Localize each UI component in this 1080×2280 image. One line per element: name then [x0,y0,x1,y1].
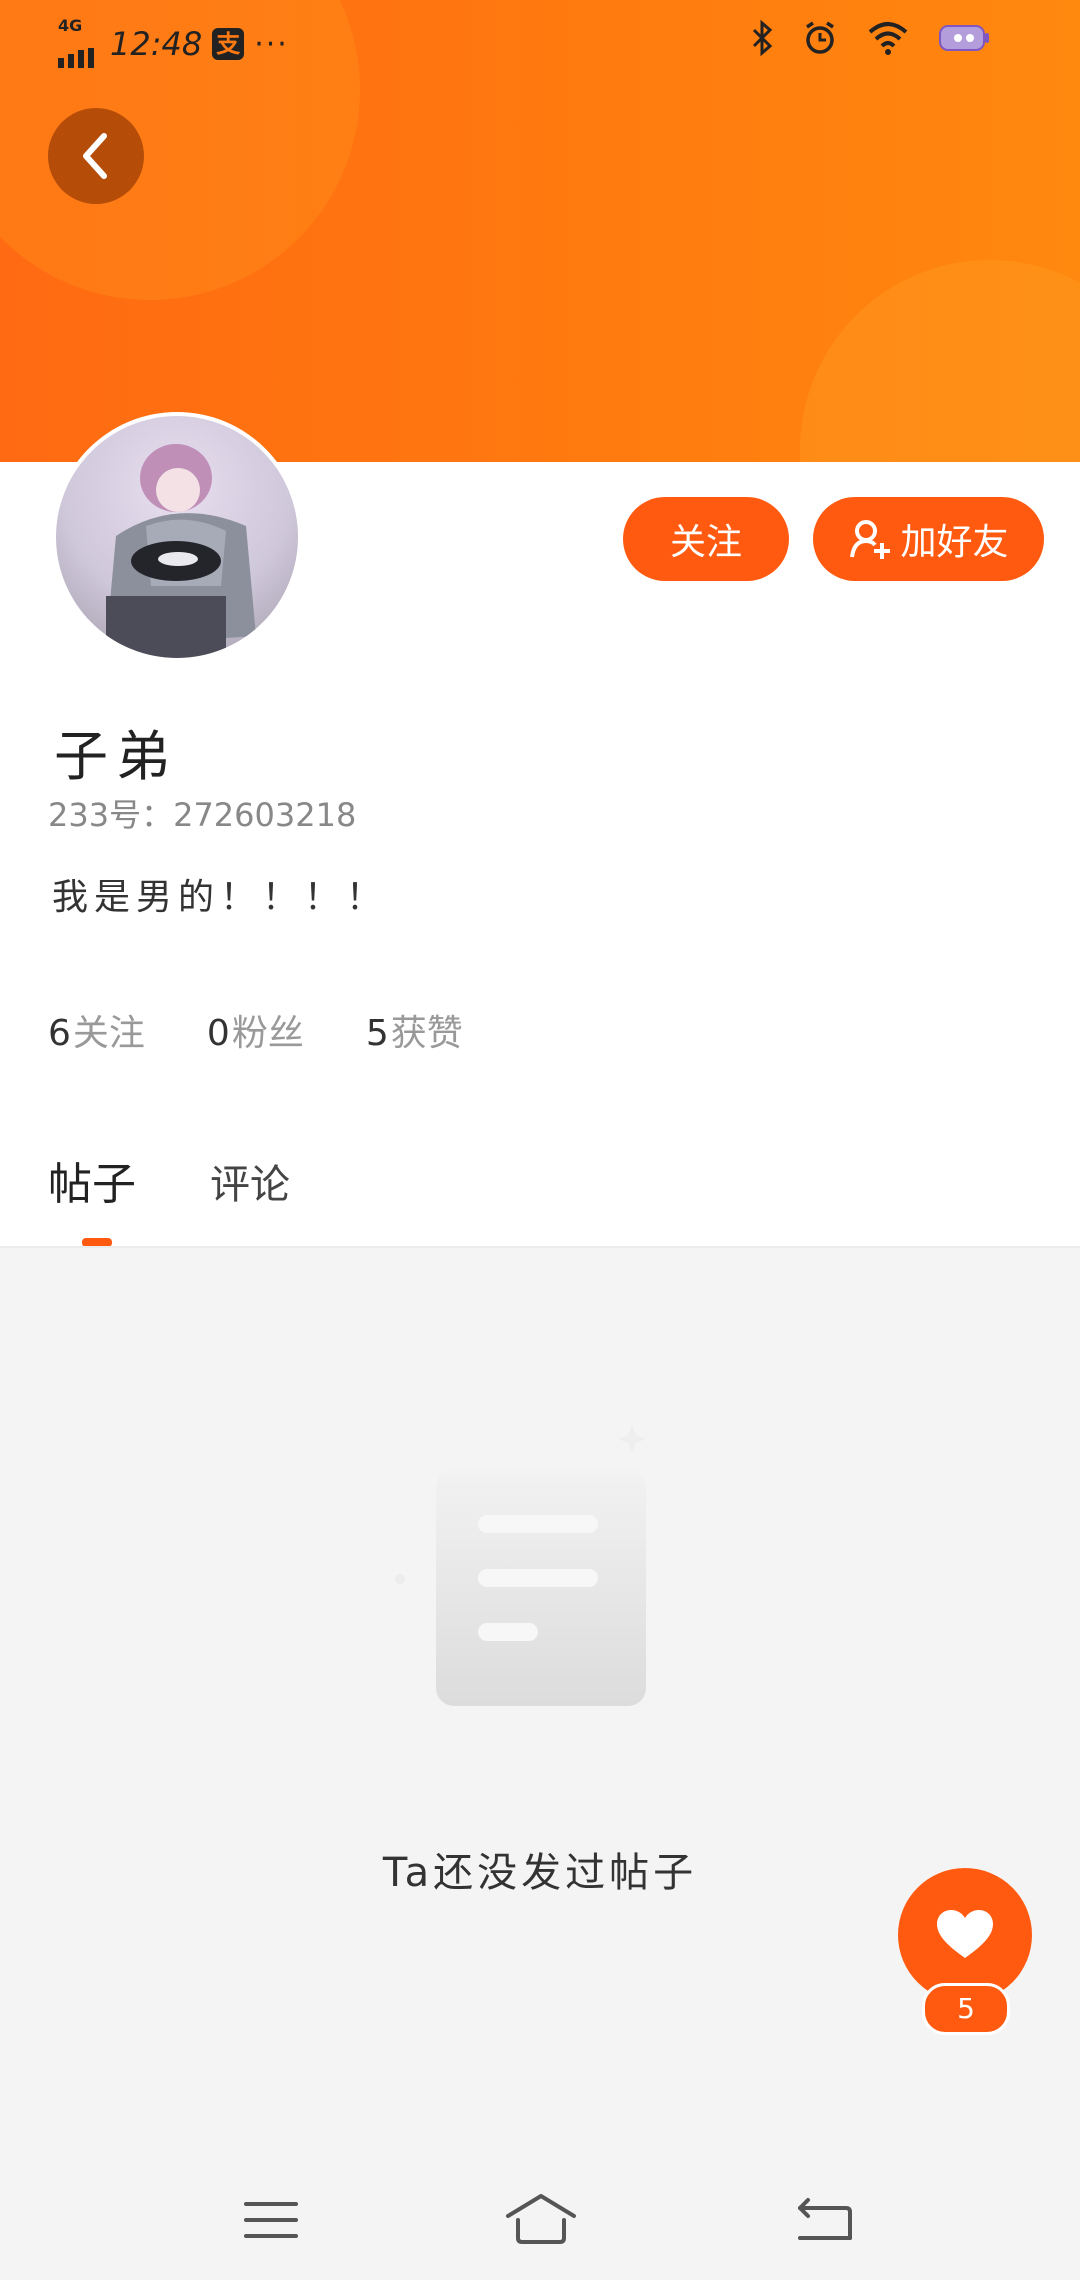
likes-count: 5 [365,1013,389,1054]
menu-icon [244,2202,298,2238]
add-friend-button-label: 加好友 [900,522,1009,563]
follow-button-label: 关注 [669,522,742,563]
alipay-icon: 支 [212,28,245,60]
bluetooth-icon [752,20,773,56]
tab-posts[interactable]: 帖子 [48,1148,136,1212]
tabs-divider [0,1246,1080,1248]
alarm-icon [806,21,834,54]
heart-icon [937,1910,993,1958]
empty-document-icon [380,1415,700,1735]
banner-decoration [800,260,1080,462]
likes-label: 获赞 [390,1013,463,1054]
fans-stat[interactable]: 0粉丝 [207,1004,304,1056]
status-time: 12:48 [110,25,203,63]
content-tabs: 帖子 评论 [48,1148,290,1212]
like-count-badge: 5 [922,1983,1010,2035]
home-icon [506,2194,576,2244]
avatar-image [56,416,298,658]
wifi-icon [868,22,908,55]
battery-icon [939,25,989,51]
add-user-icon [850,520,891,559]
home-button[interactable] [504,2190,576,2250]
signal-icon: 4G [58,16,94,68]
chevron-left-icon [83,133,107,179]
network-type: 4G [58,16,83,35]
following-stat[interactable]: 6关注 [48,1004,145,1056]
likes-stat[interactable]: 5获赞 [366,1004,463,1056]
menu-button[interactable] [236,2190,306,2250]
avatar-illustration [106,444,256,658]
profile-stats: 6关注 0粉丝 5获赞 [48,1004,463,1056]
back-button[interactable] [48,108,144,204]
follow-button[interactable]: 关注 [623,497,789,581]
add-friend-button[interactable]: 加好友 [813,497,1044,581]
more-notifications-icon: ··· [254,26,289,62]
following-label: 关注 [72,1013,145,1054]
fans-count: 0 [206,1013,230,1054]
tab-comments[interactable]: 评论 [210,1148,290,1212]
status-bar: 4G 12:48 支 ··· [0,0,1080,84]
user-bio: 我是男的！！！！ [52,877,389,918]
back-nav-button[interactable] [790,2190,860,2250]
fans-label: 粉丝 [231,1013,304,1054]
avatar[interactable] [52,412,302,662]
back-arrow-icon [798,2198,852,2240]
like-button[interactable] [898,1868,1032,2002]
user-nickname: 子弟 [54,725,178,788]
user-id[interactable]: 233号：272603218 [48,790,356,836]
following-count: 6 [48,1013,71,1054]
system-nav-bar [0,2160,1080,2280]
